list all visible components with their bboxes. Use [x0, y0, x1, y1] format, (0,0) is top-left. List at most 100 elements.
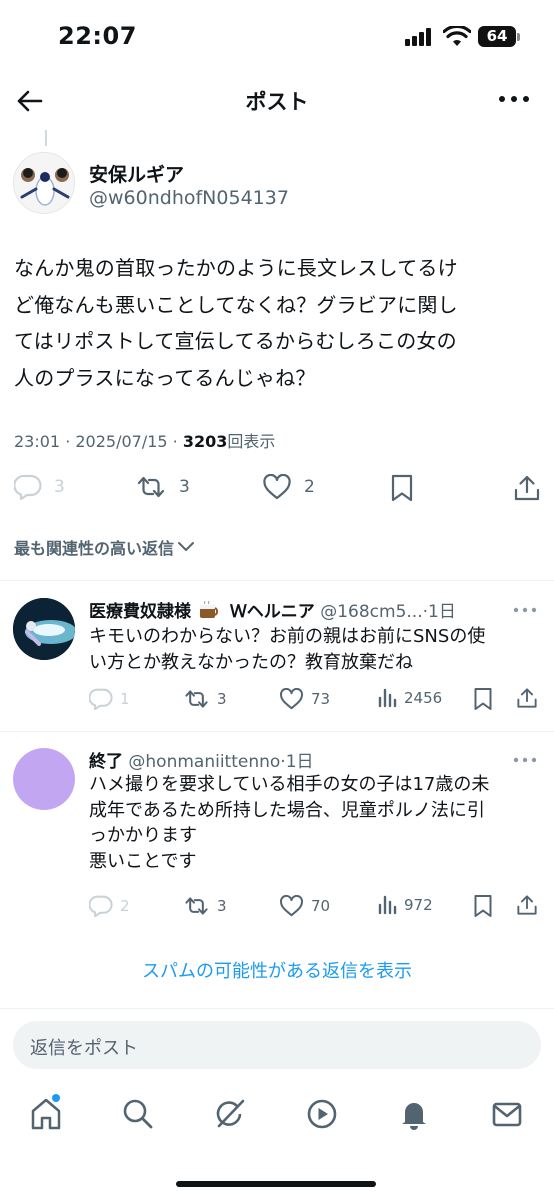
reply-text-line: 悪いことです: [89, 850, 197, 872]
reply-reply-button[interactable]: 2: [89, 895, 130, 917]
video-icon[interactable]: [305, 1097, 339, 1131]
repost-button[interactable]: 3: [135, 474, 190, 500]
reply-header: 終了 @honmaniittenno·1日: [89, 747, 314, 772]
grok-icon[interactable]: [213, 1097, 247, 1131]
reply-text-line: っかかります: [89, 825, 197, 846]
like-button[interactable]: 2: [262, 474, 315, 500]
reply-reply-button[interactable]: 1: [89, 688, 130, 710]
post-view-label: 回表示: [227, 432, 276, 451]
like-icon: [280, 688, 303, 710]
post-text-line: 人のプラスになってるんじゃね？: [14, 365, 316, 390]
author-avatar[interactable]: [13, 152, 75, 214]
reply-repost-button[interactable]: 3: [183, 895, 227, 917]
reply-header: 医療費奴隷様 Ｗヘルニア @168cm5...·1日: [89, 597, 456, 622]
cellular-signal-icon: [405, 28, 435, 46]
page-title: ポスト: [245, 90, 309, 114]
reply-icon: [14, 474, 42, 500]
like-count: 2: [304, 477, 315, 497]
reply-icon: [89, 688, 113, 710]
battery-icon: 64: [478, 26, 516, 47]
reply-like-count: 73: [311, 690, 331, 708]
reply-like-count: 70: [311, 897, 331, 915]
share-icon: [517, 895, 537, 915]
notifications-icon[interactable]: [397, 1097, 431, 1131]
divider: [0, 1008, 554, 1009]
post-timestamp: 23:01 · 2025/07/15 ·: [14, 432, 183, 451]
reply-more-icon[interactable]: [513, 756, 537, 764]
reply-view-count: 2456: [404, 689, 443, 707]
battery-tip: [517, 33, 520, 41]
reply-like-button[interactable]: 70: [279, 895, 330, 917]
reply-views-button[interactable]: 2456: [377, 688, 442, 708]
coffee-emoji-icon: [200, 600, 219, 618]
reply-avatar[interactable]: [13, 748, 75, 810]
post-text-line: なんか鬼の首取ったかのように長文レスしてるけ: [14, 256, 458, 280]
home-icon[interactable]: [29, 1097, 63, 1131]
post-text: なんか鬼の首取ったかのように長文レスしてるけ ど俺なんも悪いことしてなくね？グラ…: [14, 250, 544, 396]
reply-repost-count: 3: [217, 897, 227, 915]
bottom-tab-bar: [0, 1085, 554, 1165]
bookmark-icon: [391, 474, 413, 502]
reply-bookmark-button[interactable]: [473, 687, 493, 711]
reply-author-name[interactable]: 医療費奴隷様: [89, 602, 191, 622]
reply-text-line: キモいのわからない？お前の親はお前にSNSの使: [89, 626, 486, 647]
like-icon: [280, 895, 303, 917]
reply-avatar[interactable]: [13, 598, 75, 660]
bookmark-icon: [474, 688, 492, 710]
divider: [0, 731, 554, 732]
reply-reply-count: 1: [120, 690, 130, 708]
reply-text-line: い方とか教えなかったの？教育放棄だね: [89, 651, 413, 673]
reply-author-handle[interactable]: @168cm5...: [320, 602, 422, 622]
reply-icon: [89, 895, 113, 917]
chevron-down-icon: [178, 542, 195, 552]
reply-author-name-suffix[interactable]: Ｗヘルニア: [230, 602, 315, 622]
repost-icon: [185, 690, 208, 708]
share-button[interactable]: [513, 474, 541, 502]
messages-icon[interactable]: [490, 1097, 524, 1131]
reply-repost-button[interactable]: 3: [183, 688, 227, 710]
divider: [0, 580, 554, 581]
thread-connector-line: [45, 130, 47, 146]
reply-bookmark-button[interactable]: [473, 894, 493, 918]
post-text-line: ど俺なんも悪いことしてなくね？グラビアに関し: [14, 292, 458, 317]
search-icon[interactable]: [121, 1097, 155, 1131]
reply-more-icon[interactable]: [513, 606, 537, 614]
reply-button[interactable]: 3: [14, 474, 65, 500]
author-name[interactable]: 安保ルギア: [89, 160, 184, 187]
views-icon: [378, 688, 397, 708]
reply-text: キモいのわからない？お前の親はお前にSNSの使 い方とか教えなかったの？教育放棄…: [89, 624, 541, 675]
reply-sort-dropdown[interactable]: 最も関連性の高い返信: [14, 535, 195, 559]
reply-text-line: 成年であるため所持した場合、児童ポルノ法に引: [89, 799, 485, 821]
reply-author-name[interactable]: 終了: [89, 752, 123, 772]
reply-repost-count: 3: [217, 690, 227, 708]
reply-like-button[interactable]: 73: [279, 688, 330, 710]
reply-compose-input[interactable]: 返信をポスト: [13, 1021, 541, 1069]
bookmark-button[interactable]: [390, 474, 414, 502]
reply-author-handle[interactable]: @honmaniittenno: [128, 752, 280, 772]
post-meta: 23:01 · 2025/07/15 · 3203回表示: [14, 428, 275, 452]
reply-share-button[interactable]: [516, 893, 538, 917]
share-icon: [517, 688, 537, 708]
more-icon[interactable]: [498, 92, 530, 106]
reply-text: ハメ撮りを要求している相手の女の子は17歳の未 成年であるため所持した場合、児童…: [89, 772, 541, 874]
reply-compose-placeholder: 返信をポスト: [30, 1038, 138, 1059]
reply-views-button[interactable]: 972: [377, 895, 433, 915]
post-action-bar: 3 3 2: [0, 470, 554, 506]
post-text-line: てはリポストして宣伝してるからむしろこの女の: [14, 329, 457, 353]
reply-count: 3: [54, 477, 65, 497]
reply-time: ·1日: [280, 752, 314, 772]
reply-share-button[interactable]: [516, 686, 538, 710]
wifi-icon: [443, 26, 471, 46]
top-nav-bar: ポスト: [0, 72, 554, 128]
show-spam-replies-link[interactable]: スパムの可能性がある返信を表示: [0, 957, 554, 983]
status-bar: 22:07 64: [0, 0, 554, 72]
author-handle[interactable]: @w60ndhofN054137: [89, 187, 289, 209]
home-indicator: [176, 1181, 376, 1187]
reply-text-line: ハメ撮りを要求している相手の女の子は17歳の未: [89, 774, 490, 795]
reply-reply-count: 2: [120, 897, 130, 915]
share-icon: [514, 475, 540, 501]
repost-icon: [137, 476, 165, 498]
bookmark-icon: [474, 895, 492, 917]
repost-count: 3: [179, 477, 190, 497]
like-icon: [263, 474, 291, 500]
